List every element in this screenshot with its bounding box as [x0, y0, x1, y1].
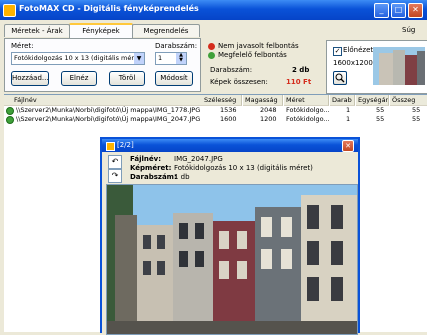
- dialog-filename-label: Fájlnév:: [130, 155, 161, 163]
- green-status-dot-icon: [208, 52, 215, 59]
- cell-filename: \\Szerver2\Munka\Norbi\digifotó\Új mappa…: [16, 115, 201, 123]
- cell-quantity: 1: [346, 106, 351, 114]
- open-button[interactable]: Elnéz: [61, 71, 97, 86]
- photo-settings-panel: Méret: Fotókidolgozás 10 x 13 (digitális…: [4, 38, 201, 92]
- size-dropdown-value: Fotókidolgozás 10 x 13 (digitális méret)…: [14, 54, 145, 62]
- count-value: 2 db: [292, 66, 310, 74]
- count-label: Darabszám:: [210, 66, 253, 74]
- cell-filename: \\Szerver2\Munka\Norbi\digifotó\Új mappa…: [16, 106, 201, 114]
- tab-sizes-prices[interactable]: Méretek - Árak: [4, 24, 70, 37]
- dialog-size-label: Képméret:: [130, 164, 172, 172]
- dialog-forward-button[interactable]: ↷: [108, 169, 122, 183]
- preview-label: Előnézet: [343, 46, 374, 54]
- header-height[interactable]: Magasság: [243, 95, 283, 106]
- minimize-button[interactable]: _: [374, 3, 389, 18]
- suitable-label: Megfelelő felbontás: [218, 51, 287, 59]
- magnifier-icon: [335, 73, 345, 83]
- cell-size: Fotókidolgo...: [286, 115, 330, 123]
- status-check-icon: [6, 107, 14, 115]
- tab-photos[interactable]: Fényképek: [69, 23, 133, 39]
- dialog-count-label: Darabszám:: [130, 173, 177, 181]
- back-arrow-icon: ↶: [111, 157, 119, 166]
- cell-height: 1200: [260, 115, 277, 123]
- cell-quantity: 1: [346, 115, 351, 123]
- title-bar: FotoMAX CD - Digitális fényképrendelés _…: [0, 0, 427, 20]
- chevron-down-icon: ▼: [134, 53, 144, 64]
- tab-order[interactable]: Megrendelés: [132, 24, 200, 37]
- modify-button[interactable]: Módosít: [155, 71, 193, 86]
- red-status-dot-icon: [208, 43, 215, 50]
- preview-resolution: 1600x1200: [333, 59, 373, 67]
- app-icon: [3, 4, 16, 17]
- total-label: Képek összesen:: [210, 78, 268, 86]
- photo-preview-image: [106, 184, 358, 335]
- help-menu[interactable]: Súg: [402, 26, 415, 34]
- preview-checkbox[interactable]: ✓: [333, 47, 342, 56]
- dialog-close-button[interactable]: ✕: [342, 140, 354, 152]
- quantity-label: Darabszám:: [155, 42, 198, 50]
- quantity-value: 1: [158, 54, 163, 62]
- dialog-app-icon: [106, 142, 115, 151]
- quantity-stepper[interactable]: 1 ▲ ▼: [155, 52, 187, 65]
- size-label: Méret:: [11, 42, 34, 50]
- preview-thumbnail: [373, 47, 425, 85]
- preview-box: ✓ Előnézet 1600x1200: [326, 40, 427, 94]
- cell-unit-price: 55: [376, 115, 385, 123]
- header-filename[interactable]: Fájlnév: [4, 95, 203, 106]
- close-button[interactable]: ✕: [408, 3, 423, 18]
- cell-width: 1600: [220, 115, 237, 123]
- not-recommended-label: Nem javasolt felbontás: [218, 42, 299, 50]
- cell-height: 2048: [260, 106, 277, 114]
- header-total[interactable]: Összeg: [390, 95, 427, 106]
- stepper-arrows-icon[interactable]: ▲ ▼: [176, 53, 186, 64]
- dialog-count-value: 1 db: [174, 173, 190, 181]
- header-width[interactable]: Szélesség: [202, 95, 242, 106]
- header-unit-price[interactable]: Egységár: [356, 95, 389, 106]
- forward-arrow-icon: ↷: [111, 171, 119, 180]
- table-row[interactable]: \\Szerver2\Munka\Norbi\digifotó\Új mappa…: [4, 115, 427, 124]
- delete-button[interactable]: Töröl: [109, 71, 145, 86]
- add-button[interactable]: Hozzáad...: [11, 71, 49, 86]
- dialog-title: [2/2]: [117, 141, 134, 149]
- zoom-button[interactable]: [333, 71, 347, 85]
- cell-width: 1536: [220, 106, 237, 114]
- photo-preview-dialog: [2/2] ✕ ↶ ↷ Fájlnév: IMG_2047.JPG Képmér…: [100, 137, 360, 335]
- size-dropdown[interactable]: Fotókidolgozás 10 x 13 (digitális méret)…: [11, 52, 145, 65]
- cell-unit-price: 55: [376, 106, 385, 114]
- status-check-icon: [6, 116, 14, 124]
- dialog-title-bar: [2/2] ✕: [102, 139, 358, 152]
- dialog-size-value: Fotókidolgozás 10 x 13 (digitális méret): [174, 164, 313, 172]
- dialog-filename-value: IMG_2047.JPG: [174, 155, 223, 163]
- header-quantity[interactable]: Darab: [330, 95, 355, 106]
- table-row[interactable]: \\Szerver2\Munka\Norbi\digifotó\Új mappa…: [4, 106, 427, 115]
- header-size[interactable]: Méret: [284, 95, 329, 106]
- cell-total: 55: [412, 106, 421, 114]
- window-title: FotoMAX CD - Digitális fényképrendelés: [19, 4, 199, 13]
- cell-total: 55: [412, 115, 421, 123]
- cell-size: Fotókidolgo...: [286, 106, 330, 114]
- total-value: 110 Ft: [286, 78, 312, 86]
- dialog-back-button[interactable]: ↶: [108, 155, 122, 169]
- maximize-button[interactable]: □: [391, 3, 406, 18]
